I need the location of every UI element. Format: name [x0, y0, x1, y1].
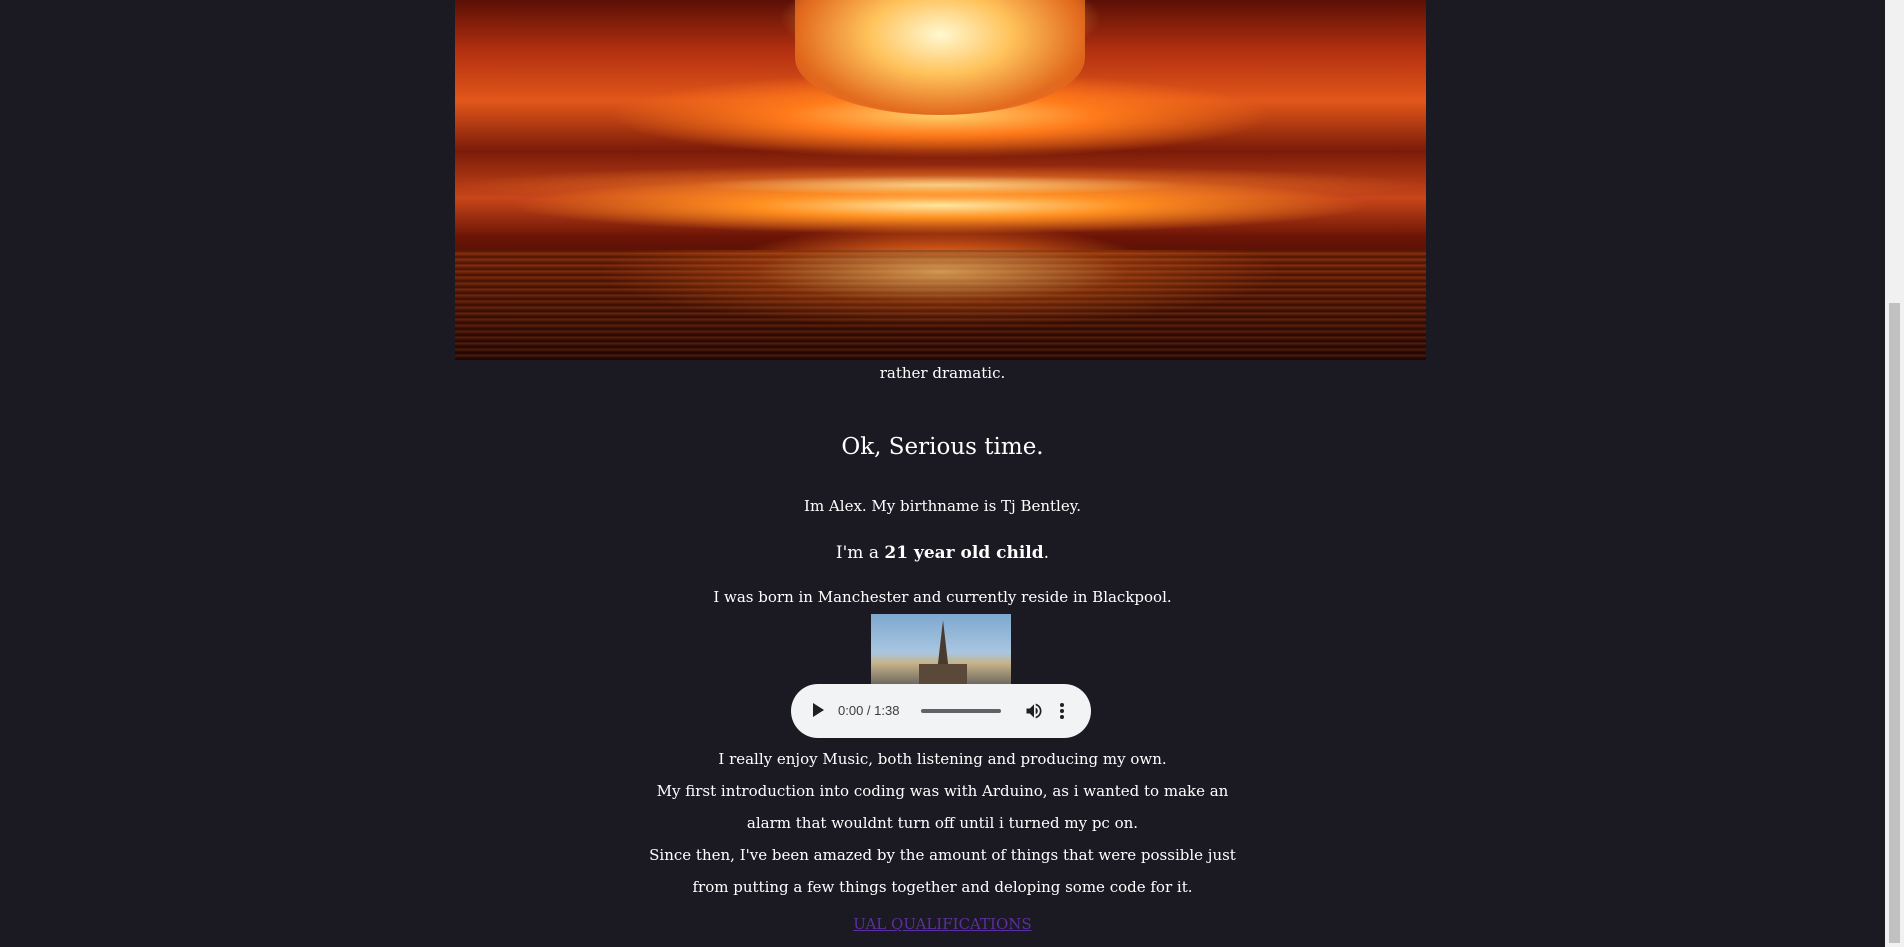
hero-caption: rather dramatic. [879, 364, 1006, 382]
story-paragraph: I really enjoy Music, both listening and… [0, 743, 1885, 903]
vertical-scrollbar[interactable] [1885, 0, 1904, 947]
audio-player[interactable]: 0:00 / 1:38 [791, 684, 1091, 738]
fiery-sea-shape [455, 250, 1426, 360]
audio-time: 0:00 / 1:38 [838, 703, 900, 718]
story-line: I really enjoy Music, both listening and… [718, 750, 1167, 768]
tower-base-shape [919, 664, 967, 684]
age-text: I'm a 21 year old child. [0, 542, 1885, 564]
audio-seek-bar[interactable] [921, 709, 1001, 713]
age-bold: 21 year old child [884, 543, 1044, 563]
story-line: alarm that wouldnt turn off until i turn… [746, 814, 1139, 832]
age-prefix: I'm a [835, 543, 885, 563]
play-icon[interactable] [813, 703, 824, 717]
intro-text: Im Alex. My birthname is Tj Bentley. [804, 497, 1081, 515]
blackpool-tower-image [871, 614, 1011, 684]
story-line: Since then, I've been amazed by the amou… [649, 846, 1236, 864]
volume-icon[interactable] [1024, 701, 1044, 721]
mushroom-cloud-shape [795, 0, 1085, 115]
page: rather dramatic. Ok, Serious time. Im Al… [0, 0, 1885, 947]
nuclear-explosion-image [455, 0, 1426, 360]
qualifications-link[interactable]: UAL QUALIFICATIONS [853, 915, 1031, 933]
birthplace-text: I was born in Manchester and currently r… [713, 588, 1172, 606]
story-line: from putting a few things together and d… [692, 878, 1193, 896]
section-heading: Ok, Serious time. [841, 434, 1044, 460]
horizon-glow-shape [455, 165, 1426, 205]
scrollbar-thumb[interactable] [1889, 303, 1900, 943]
qualifications-row: UAL QUALIFICATIONS [0, 914, 1885, 934]
more-options-icon[interactable] [1057, 701, 1067, 721]
story-line: My first introduction into coding was wi… [656, 782, 1229, 800]
age-suffix: . [1043, 543, 1050, 563]
